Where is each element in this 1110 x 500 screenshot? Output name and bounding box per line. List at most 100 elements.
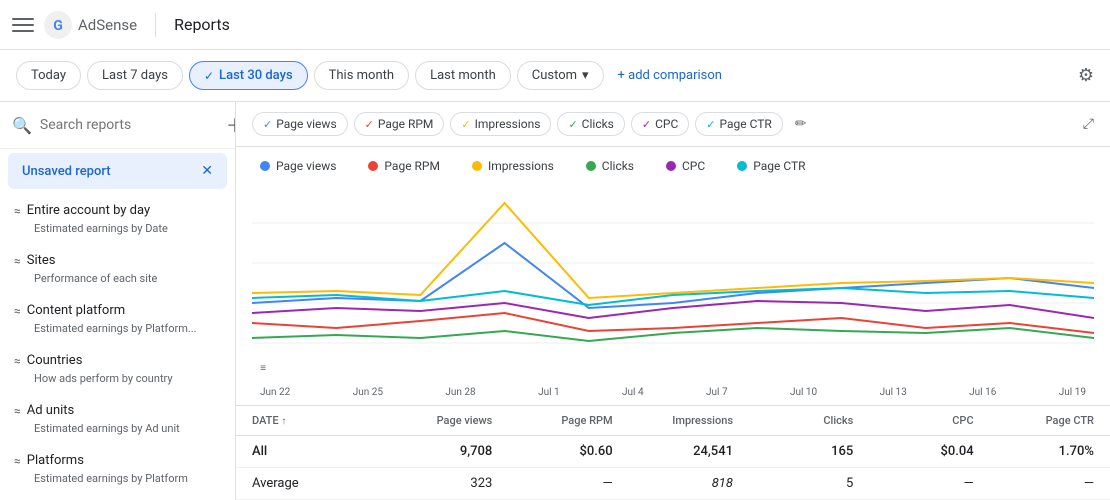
- filter-last30[interactable]: ✓ Last 30 days: [189, 61, 308, 90]
- wavy-icon: ≈: [14, 304, 21, 318]
- sidebar-item-title: ≈ Entire account by day: [14, 203, 150, 218]
- data-table: DATE ↑ Page views Page RPM Impressions C…: [236, 405, 1110, 500]
- col-header-pageviews: Page views: [372, 414, 492, 427]
- sidebar-item-subtitle: Estimated earnings by Platform...: [14, 322, 221, 335]
- legend-dot: [586, 161, 596, 171]
- x-label: Jul 10: [790, 387, 817, 398]
- legend-label: CPC: [682, 159, 705, 173]
- sidebar-item-title: ≈ Platforms: [14, 453, 84, 468]
- wavy-icon: ≈: [14, 204, 21, 218]
- close-icon[interactable]: ✕: [201, 163, 213, 179]
- x-label: Jul 13: [880, 387, 907, 398]
- sidebar-item-subtitle: Estimated earnings by Ad unit: [14, 422, 221, 435]
- metric-chip-page-ctr[interactable]: ✓ Page CTR: [695, 112, 783, 136]
- legend-dot: [666, 161, 676, 171]
- cell-pagerpm: —: [492, 476, 612, 491]
- sidebar-item-platforms[interactable]: ≈ Platforms ⋮ Estimated earnings by Plat…: [0, 443, 235, 493]
- x-label: Jun 22: [260, 387, 290, 398]
- legend-dot: [260, 161, 270, 171]
- legend-item-cpc: CPC: [666, 159, 705, 173]
- cell-cpc: $0.04: [853, 444, 973, 459]
- metric-chip-impressions[interactable]: ✓ Impressions: [450, 112, 551, 136]
- x-label: Jul 1: [538, 387, 560, 398]
- x-label: Jul 19: [1059, 387, 1086, 398]
- svg-text:G: G: [53, 18, 63, 34]
- filter-today[interactable]: Today: [16, 61, 81, 90]
- filter-bar: Today Last 7 days ✓ Last 30 days This mo…: [0, 50, 1110, 102]
- sidebar-item-sites[interactable]: ≈ Sites ⋮ Performance of each site: [0, 243, 235, 293]
- main-content: ✓ Page views ✓ Page RPM ✓ Impressions ✓ …: [236, 102, 1110, 500]
- wavy-icon: ≈: [14, 454, 21, 468]
- x-label: Jun 25: [353, 387, 383, 398]
- col-header-date: DATE ↑: [252, 414, 372, 427]
- table-row[interactable]: Average 323 — 818 5 — —: [236, 468, 1110, 500]
- add-report-icon[interactable]: ＋: [226, 112, 236, 138]
- cell-clicks: 5: [733, 476, 853, 491]
- legend-dot: [472, 161, 482, 171]
- col-header-pagectr: Page CTR: [974, 414, 1094, 427]
- legend-dot: [368, 161, 378, 171]
- expand-icon[interactable]: ⤢: [1083, 116, 1094, 132]
- chips-list: ✓ Page views ✓ Page RPM ✓ Impressions ✓ …: [252, 112, 783, 136]
- chip-check: ✓: [365, 118, 374, 131]
- legend-item-impressions: Impressions: [472, 159, 554, 173]
- main-layout: 🔍 ＋ Unsaved report ✕ ≈ Entire account by…: [0, 102, 1110, 500]
- unsaved-report-item[interactable]: Unsaved report ✕: [8, 153, 227, 189]
- filter-last7[interactable]: Last 7 days: [87, 61, 183, 90]
- sidebar-item-entire-account[interactable]: ≈ Entire account by day ⋮ Estimated earn…: [0, 193, 235, 243]
- col-header-impressions: Impressions: [613, 414, 733, 427]
- logo-text: AdSense: [78, 16, 137, 34]
- chart-svg: ≡: [252, 183, 1094, 383]
- sort-icon[interactable]: ↑: [281, 416, 286, 427]
- chart-x-labels: Jun 22Jun 25Jun 28Jul 1Jul 4Jul 7Jul 10J…: [252, 383, 1094, 398]
- filter-custom[interactable]: Custom ▾: [517, 61, 604, 90]
- sidebar-item-subtitle: Performance of each site: [14, 272, 221, 285]
- sidebar-item-subtitle: Estimated earnings by Date: [14, 222, 221, 235]
- sidebar-item-subtitle: Estimated earnings by Platform: [14, 472, 221, 485]
- col-header-cpc: CPC: [853, 414, 973, 427]
- chip-check: ✓: [568, 118, 577, 131]
- sidebar-item-ad-units[interactable]: ≈ Ad units ⋮ Estimated earnings by Ad un…: [0, 393, 235, 443]
- metric-chip-page-rpm[interactable]: ✓ Page RPM: [354, 112, 445, 136]
- settings-btn[interactable]: ⚙: [1078, 65, 1094, 86]
- search-input[interactable]: [40, 117, 218, 133]
- edit-metrics-icon[interactable]: ✏: [795, 116, 807, 132]
- chip-check: ✓: [642, 118, 651, 131]
- filter-lastmonth[interactable]: Last month: [415, 61, 511, 90]
- unsaved-report-label: Unsaved report: [22, 164, 111, 179]
- legend-label: Page CTR: [753, 159, 805, 173]
- filter-thismonth[interactable]: This month: [314, 61, 409, 90]
- sidebar-item-title: ≈ Ad units: [14, 403, 74, 418]
- chip-check: ✓: [461, 118, 470, 131]
- chip-label: Page RPM: [378, 117, 434, 131]
- chip-label: Impressions: [475, 117, 541, 131]
- logo-area: G AdSense: [44, 11, 137, 39]
- cell-impressions: 24,541: [613, 444, 733, 459]
- metric-chip-cpc[interactable]: ✓ CPC: [631, 112, 689, 136]
- sidebar: 🔍 ＋ Unsaved report ✕ ≈ Entire account by…: [0, 102, 236, 500]
- table-header: DATE ↑ Page views Page RPM Impressions C…: [236, 406, 1110, 436]
- sidebar-item-content-platform[interactable]: ≈ Content platform ⋮ Estimated earnings …: [0, 293, 235, 343]
- header-divider: [155, 13, 156, 37]
- search-bar: 🔍 ＋: [0, 102, 235, 149]
- chip-label: Clicks: [582, 117, 614, 131]
- cell-pagerpm: $0.60: [492, 444, 612, 459]
- add-comparison-btn[interactable]: + add comparison: [610, 62, 730, 89]
- google-logo: G: [44, 11, 72, 39]
- cell-date: All: [252, 444, 372, 459]
- cell-pageviews: 323: [372, 476, 492, 491]
- metric-chip-clicks[interactable]: ✓ Clicks: [557, 112, 624, 136]
- metric-chip-page-views[interactable]: ✓ Page views: [252, 112, 348, 136]
- cell-cpc: —: [853, 476, 973, 491]
- x-label: Jul 16: [969, 387, 996, 398]
- sidebar-item-countries[interactable]: ≈ Countries ⋮ How ads perform by country: [0, 343, 235, 393]
- sidebar-items: ≈ Entire account by day ⋮ Estimated earn…: [0, 193, 235, 493]
- chip-check: ✓: [263, 118, 272, 131]
- cell-pagectr: —: [974, 476, 1094, 491]
- sidebar-item-title: ≈ Sites: [14, 253, 56, 268]
- table-row[interactable]: All 9,708 $0.60 24,541 165 $0.04 1.70%: [236, 436, 1110, 468]
- legend-label: Page views: [276, 159, 336, 173]
- legend-label: Impressions: [488, 159, 554, 173]
- wavy-icon: ≈: [14, 254, 21, 268]
- hamburger-menu[interactable]: [12, 14, 34, 36]
